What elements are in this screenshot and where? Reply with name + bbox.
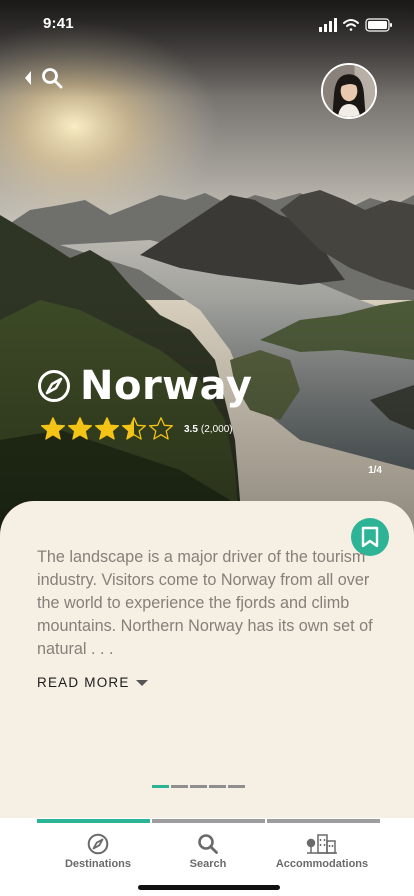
avatar[interactable] <box>321 63 377 119</box>
star-rating <box>40 416 174 442</box>
nav-indicator-search <box>152 819 265 823</box>
nav-item-destinations[interactable]: Destinations <box>38 833 158 877</box>
nav-indicator-accommodations <box>267 819 380 823</box>
back-search-button[interactable] <box>24 66 66 90</box>
hero-image[interactable]: 9:41 Norway 3.5 (2,000) 1/4 <box>0 0 414 540</box>
nav-label-accommodations: Accommodations <box>275 858 369 870</box>
status-bar: 9:41 <box>0 0 414 48</box>
compass-icon <box>87 833 109 855</box>
info-card: The landscape is a major driver of the t… <box>0 501 414 818</box>
wifi-icon <box>343 19 359 31</box>
star-full-icon <box>94 417 120 440</box>
rating-value: 3.5 <box>184 423 198 435</box>
nav-indicator <box>37 819 380 823</box>
rating-count: (2,000) <box>200 423 233 435</box>
star-half-icon <box>121 417 147 440</box>
nav-label-destinations: Destinations <box>64 858 131 870</box>
read-more-button[interactable]: READ MORE <box>37 675 148 690</box>
compass-icon <box>38 370 70 402</box>
nav-label-search: Search <box>189 858 227 870</box>
status-icons <box>319 18 392 32</box>
pager-dash[interactable] <box>152 785 169 788</box>
search-icon <box>198 834 218 854</box>
chevron-left-icon <box>25 71 31 85</box>
signal-icon <box>319 18 337 32</box>
nav-item-accommodations[interactable]: Accommodations <box>262 833 382 877</box>
pager <box>152 785 245 788</box>
rating: 3.5 (2,000) <box>40 415 233 443</box>
nav-indicator-destinations <box>37 819 150 823</box>
destination-title: Norway <box>80 363 253 409</box>
bottom-nav: Destinations Search Accommodations <box>0 818 414 896</box>
buildings-icon <box>306 834 337 854</box>
caret-down-icon <box>135 679 148 686</box>
star-full-icon <box>40 417 66 440</box>
home-indicator <box>138 885 280 890</box>
read-more-label: READ MORE <box>37 675 130 690</box>
image-counter: 1/4 <box>368 465 382 476</box>
pager-dash[interactable] <box>171 785 188 788</box>
nav-item-search[interactable]: Search <box>148 833 268 877</box>
pager-dash[interactable] <box>209 785 226 788</box>
pager-dash[interactable] <box>190 785 207 788</box>
status-time: 9:41 <box>43 15 74 32</box>
battery-icon <box>365 18 392 32</box>
destination-screen: 9:41 Norway 3.5 (2,000) 1/4 The landscap… <box>0 0 414 896</box>
star-full-icon <box>67 417 93 440</box>
star-empty-icon <box>148 417 174 440</box>
search-icon <box>42 68 63 89</box>
pager-dash[interactable] <box>228 785 245 788</box>
destination-description: The landscape is a major driver of the t… <box>37 548 373 658</box>
avatar-photo <box>323 65 375 117</box>
